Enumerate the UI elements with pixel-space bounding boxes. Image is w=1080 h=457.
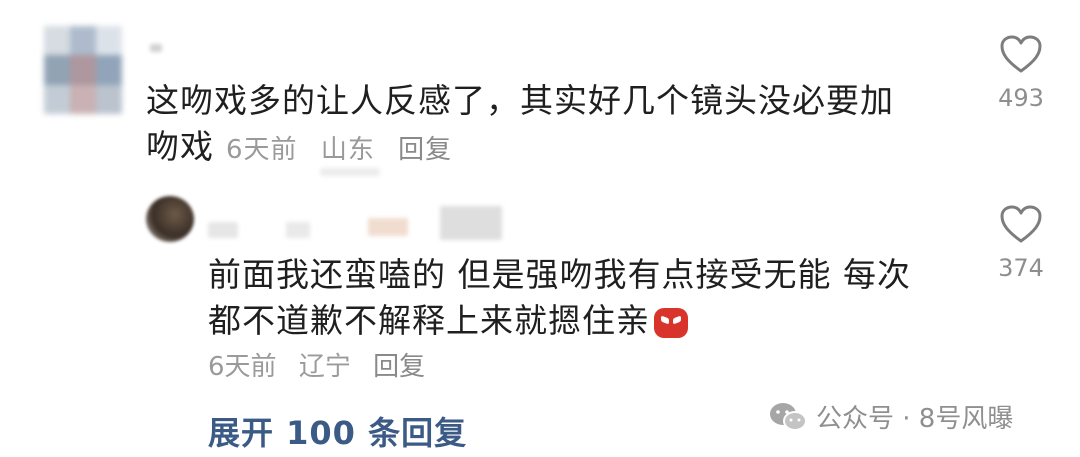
reply-like-button[interactable]: 374 [986, 204, 1056, 282]
comment-meta: 6天前 山东 回复 [226, 127, 466, 173]
comment-time: 6天前 [226, 135, 298, 165]
reply-like-count: 374 [998, 254, 1044, 282]
comment-text-line2: 吻戏 [146, 127, 214, 166]
watermark: 公众号 · 8号风曝 [768, 398, 1013, 435]
comment-text: 这吻戏多的让人反感了，其实好几个镜头没必要加 吻戏 6天前 山东 回复 [146, 78, 894, 173]
reply-location: 辽宁 [298, 352, 351, 382]
comment-like-button[interactable]: 493 [986, 34, 1056, 112]
reply-username-blurred [208, 222, 238, 238]
reply-text: 前面我还蛮嗑的 但是强吻我有点接受无能 每次 都不道歉不解释上来就摁住亲 [208, 252, 911, 344]
reply-text-line1: 前面我还蛮嗑的 但是强吻我有点接受无能 每次 [208, 255, 911, 294]
heart-icon [1000, 35, 1042, 73]
watermark-text: 公众号 · 8号风曝 [816, 404, 1014, 434]
avatar[interactable] [44, 26, 122, 114]
wechat-icon [770, 402, 807, 431]
reply-meta: 6天前 辽宁 回复 [208, 346, 439, 383]
heart-icon [1000, 205, 1042, 243]
comment-like-count: 493 [998, 84, 1044, 112]
reply-text-line2: 都不道歉不解释上来就摁住亲 [208, 301, 650, 340]
reply-username-blurred-4 [440, 206, 502, 240]
reply-avatar[interactable] [146, 196, 194, 242]
reply-username-blurred-2 [286, 222, 310, 238]
reply-username-blurred-3 [368, 218, 408, 236]
comment-reply-button[interactable]: 回复 [398, 135, 452, 165]
reply-time: 6天前 [208, 352, 277, 382]
blurred-artifact [320, 168, 380, 176]
comment-text-line1: 这吻戏多的让人反感了，其实好几个镜头没必要加 [146, 81, 894, 120]
comment-location: 山东 [320, 135, 375, 165]
username-blurred [150, 44, 162, 52]
expand-replies-button[interactable]: 展开 100 条回复 [208, 408, 467, 454]
reply-reply-button[interactable]: 回复 [373, 352, 425, 382]
angry-face-icon [654, 307, 688, 338]
